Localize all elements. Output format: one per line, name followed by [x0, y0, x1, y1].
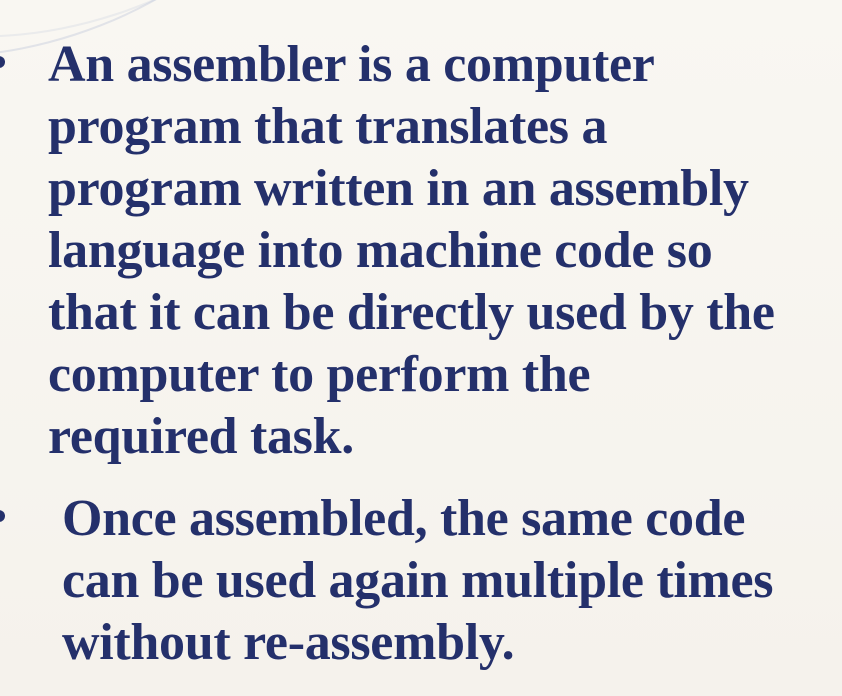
bullet-text-line: computer to perform the	[48, 346, 591, 403]
bullet-dot-icon	[0, 510, 5, 522]
bullet-text-line: Once assembled, the same code	[62, 490, 746, 547]
bullet-text-line: required task.	[48, 408, 354, 465]
bullet-text-line: An assembler is a computer	[48, 36, 655, 93]
bullet-text-line: program that translates a	[48, 98, 608, 155]
bullet-text-line: program written in an assembly	[48, 160, 749, 217]
bullet-item-assembler-definition: An assembler is a computer program that …	[0, 34, 842, 468]
bullet-dot-icon	[0, 56, 5, 68]
bullet-item-reuse: Once assembled, the same code can be use…	[0, 488, 842, 674]
bullet-text-line: that it can be directly used by the	[48, 284, 775, 341]
bullet-text-line: language into machine code so	[48, 222, 713, 279]
bullet-text-line: can be used again multiple times	[62, 552, 774, 609]
bullet-text-line: without re-assembly.	[62, 614, 515, 671]
bullet-list: An assembler is a computer program that …	[0, 34, 842, 674]
slide: An assembler is a computer program that …	[0, 0, 842, 696]
